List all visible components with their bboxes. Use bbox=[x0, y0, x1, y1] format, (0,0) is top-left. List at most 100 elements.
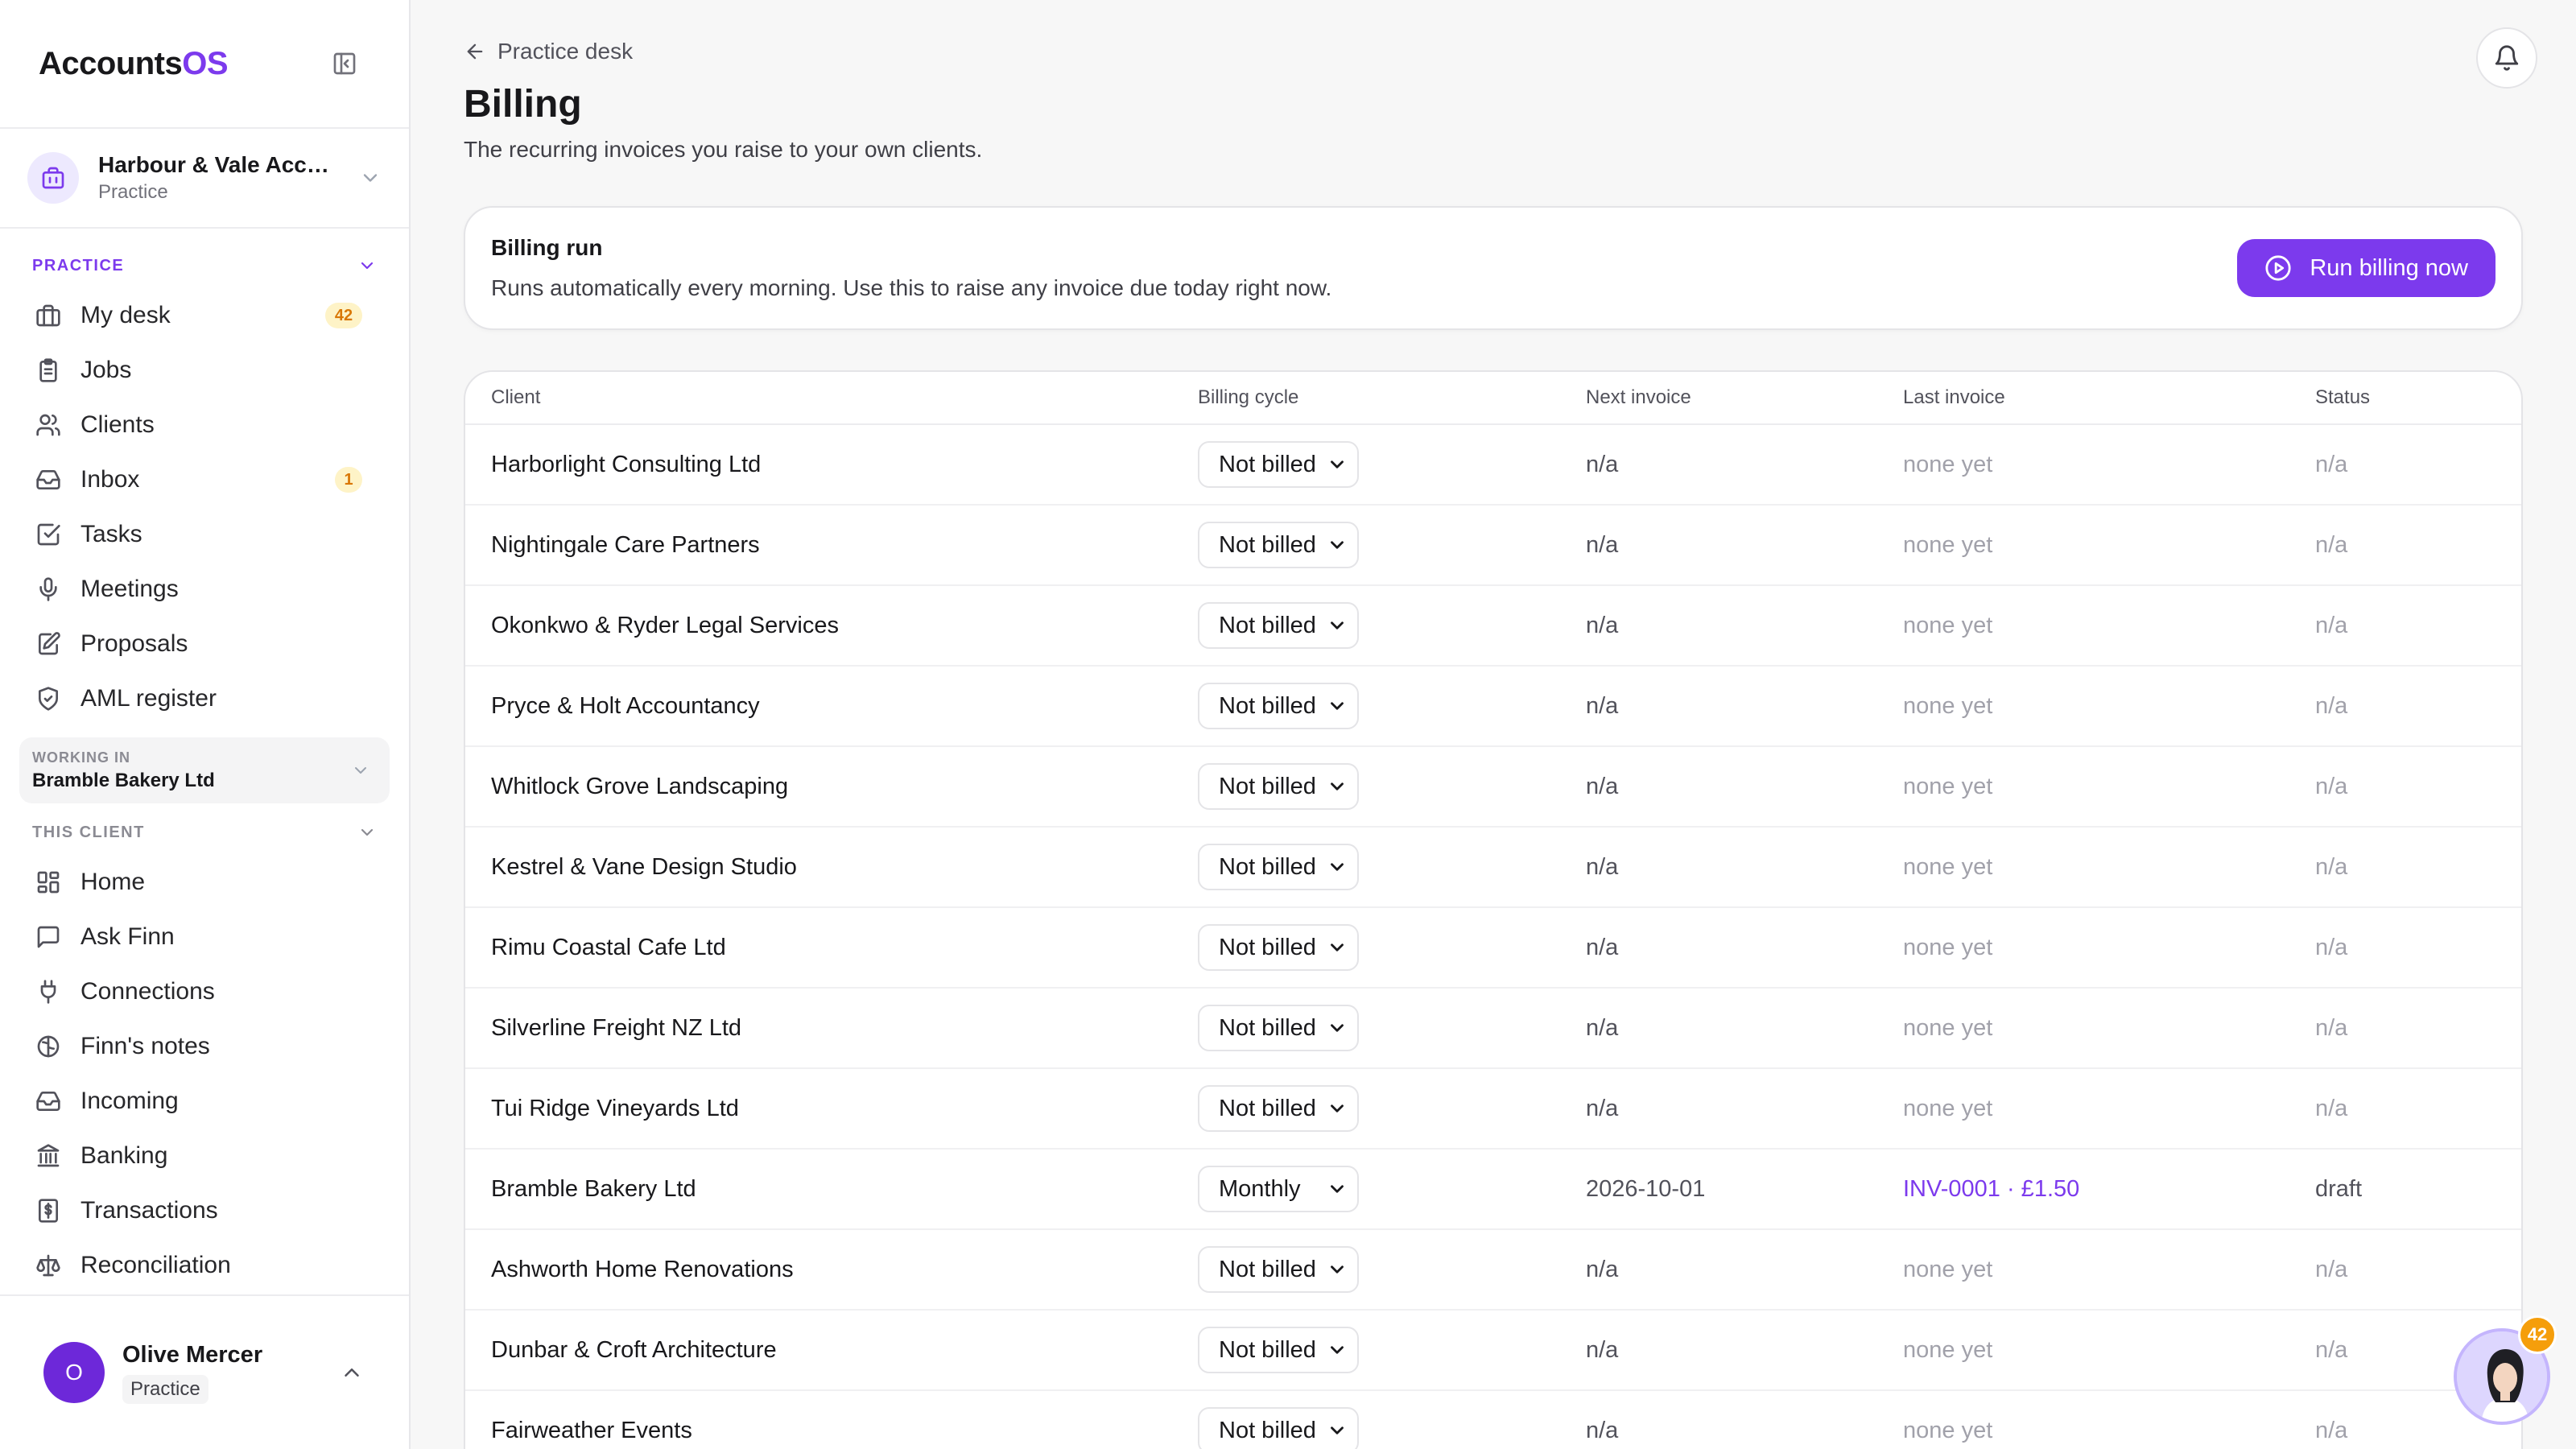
grid-icon bbox=[35, 869, 61, 895]
table-row: Nightingale Care Partners Not billed n/a no… bbox=[465, 506, 2521, 586]
billing-cycle-select[interactable]: Not billed bbox=[1198, 763, 1359, 810]
billing-cycle-select[interactable]: Not billed bbox=[1198, 683, 1359, 729]
count-badge: 42 bbox=[325, 303, 362, 328]
billing-cycle-select[interactable]: Monthly bbox=[1198, 1166, 1359, 1212]
nav-item-label: Home bbox=[80, 869, 146, 895]
chevron-down-icon bbox=[1331, 863, 1344, 871]
chevron-down-icon bbox=[361, 262, 374, 270]
next-invoice: n/a bbox=[1586, 612, 1619, 638]
status-value: n/a bbox=[2315, 531, 2348, 558]
chevron-down-icon bbox=[1331, 1426, 1344, 1435]
last-invoice[interactable]: INV-0001 · £1.50 bbox=[1903, 1176, 2315, 1203]
status-value: n/a bbox=[2315, 612, 2348, 638]
nav-item-tasks[interactable]: Tasks bbox=[0, 507, 409, 562]
org-switcher[interactable]: Harbour & Vale Accou... Practice bbox=[0, 129, 409, 229]
shield-icon bbox=[35, 686, 61, 712]
chevron-down-icon bbox=[1331, 1185, 1344, 1193]
nav-item-proposals[interactable]: Proposals bbox=[0, 617, 409, 671]
chevron-down-icon bbox=[359, 167, 382, 189]
checkbox-icon bbox=[35, 522, 61, 547]
status-value: n/a bbox=[2315, 934, 2348, 960]
last-invoice: none yet bbox=[1903, 1256, 1993, 1282]
billing-cycle-value: Not billed bbox=[1219, 692, 1316, 719]
sidebar-collapse-button[interactable] bbox=[327, 46, 362, 81]
page-subtitle: The recurring invoices you raise to your… bbox=[464, 137, 983, 162]
nav-item-reconciliation[interactable]: Reconciliation bbox=[0, 1238, 409, 1293]
nav-item-label: Ask Finn bbox=[80, 923, 175, 950]
last-invoice: none yet bbox=[1903, 1095, 1993, 1121]
column-header-next-invoice: Next invoice bbox=[1586, 386, 1691, 408]
nav-item-jobs[interactable]: Jobs bbox=[0, 343, 409, 398]
user-menu[interactable]: O Olive Mercer Practice bbox=[0, 1294, 409, 1449]
billing-cycle-value: Not billed bbox=[1219, 1417, 1316, 1443]
next-invoice: n/a bbox=[1586, 1417, 1619, 1443]
billing-cycle-select[interactable]: Not billed bbox=[1198, 1085, 1359, 1132]
billing-cycle-value: Not billed bbox=[1219, 1256, 1316, 1282]
practice-section-toggle[interactable]: PRACTICE bbox=[0, 243, 409, 288]
next-invoice: n/a bbox=[1586, 531, 1619, 558]
billing-cycle-value: Not billed bbox=[1219, 451, 1316, 477]
app-shell: AccountsOS Harbour & Vale Accou... Pract… bbox=[0, 0, 2576, 1449]
nav-item-transactions[interactable]: Transactions bbox=[0, 1183, 409, 1238]
client-name: Ashworth Home Renovations bbox=[491, 1256, 794, 1282]
billing-cycle-select[interactable]: Not billed bbox=[1198, 1407, 1359, 1449]
nav-item-label: Meetings bbox=[80, 576, 179, 602]
client-name: Pryce & Holt Accountancy bbox=[491, 692, 760, 719]
nav-item-label: AML register bbox=[80, 685, 217, 712]
client-name: Silverline Freight NZ Ltd bbox=[491, 1014, 742, 1041]
receipt-icon bbox=[35, 1198, 61, 1224]
inbox-icon bbox=[35, 467, 61, 493]
brand-name-main: Accounts bbox=[39, 45, 183, 81]
chevron-down-icon bbox=[1331, 541, 1344, 549]
status-value: n/a bbox=[2315, 1256, 2348, 1282]
nav-item-connections[interactable]: Connections bbox=[0, 964, 409, 1019]
next-invoice: n/a bbox=[1586, 1095, 1619, 1121]
client-name: Fairweather Events bbox=[491, 1417, 692, 1443]
table-row: Tui Ridge Vineyards Ltd Not billed n/a none… bbox=[465, 1069, 2521, 1150]
nav-item-ask-finn[interactable]: Ask Finn bbox=[0, 910, 409, 964]
chevron-down-icon bbox=[1331, 1104, 1344, 1113]
brand-name-accent: OS bbox=[182, 45, 229, 81]
billing-cycle-select[interactable]: Not billed bbox=[1198, 924, 1359, 971]
nav-item-label: Transactions bbox=[80, 1197, 218, 1224]
client-name: Bramble Bakery Ltd bbox=[491, 1175, 696, 1202]
billing-cycle-select[interactable]: Not billed bbox=[1198, 1005, 1359, 1051]
billing-cycle-select[interactable]: Not billed bbox=[1198, 844, 1359, 890]
building-icon bbox=[27, 152, 79, 204]
nav-item-incoming[interactable]: Incoming bbox=[0, 1074, 409, 1129]
nav-item-inbox[interactable]: Inbox 1 bbox=[0, 452, 409, 507]
next-invoice: n/a bbox=[1586, 1014, 1619, 1041]
table-row: Kestrel & Vane Design Studio Not billed n/… bbox=[465, 828, 2521, 908]
nav-item-finns-notes[interactable]: Finn's notes bbox=[0, 1019, 409, 1074]
client-section-toggle[interactable]: THIS CLIENT bbox=[0, 810, 409, 855]
working-in-client-picker[interactable]: WORKING IN Bramble Bakery Ltd bbox=[19, 737, 390, 803]
chevron-down-icon bbox=[1331, 460, 1344, 469]
nav-item-aml-register[interactable]: AML register bbox=[0, 671, 409, 726]
nav-item-clients[interactable]: Clients bbox=[0, 398, 409, 452]
brand-logo[interactable]: AccountsOS bbox=[39, 45, 229, 82]
chevron-down-icon bbox=[355, 767, 366, 774]
users-icon bbox=[35, 412, 61, 438]
last-invoice: none yet bbox=[1903, 451, 1993, 477]
billing-cycle-select[interactable]: Not billed bbox=[1198, 1246, 1359, 1293]
notifications-button[interactable] bbox=[2476, 27, 2537, 89]
billing-table: Client Billing cycle Next invoice Last i… bbox=[464, 370, 2523, 1449]
nav-item-my-desk[interactable]: My desk 42 bbox=[0, 288, 409, 343]
nav-item-meetings[interactable]: Meetings bbox=[0, 562, 409, 617]
status-value: n/a bbox=[2315, 692, 2348, 719]
nav-item-banking[interactable]: Banking bbox=[0, 1129, 409, 1183]
billing-cycle-select[interactable]: Not billed bbox=[1198, 441, 1359, 488]
nav-item-home[interactable]: Home bbox=[0, 855, 409, 910]
back-link-label: Practice desk bbox=[497, 39, 634, 64]
column-header-status: Status bbox=[2315, 386, 2371, 408]
billing-cycle-select[interactable]: Not billed bbox=[1198, 1327, 1359, 1373]
run-billing-now-button[interactable]: Run billing now bbox=[2237, 239, 2496, 297]
back-link[interactable]: Practice desk bbox=[464, 39, 633, 64]
billing-cycle-select[interactable]: Not billed bbox=[1198, 602, 1359, 649]
client-name: Rimu Coastal Cafe Ltd bbox=[491, 934, 726, 960]
nav-item-label: Finn's notes bbox=[80, 1033, 210, 1059]
billing-cycle-select[interactable]: Not billed bbox=[1198, 522, 1359, 568]
plug-icon bbox=[35, 979, 61, 1005]
user-role-badge: Practice bbox=[122, 1374, 208, 1404]
practice-section-heading: PRACTICE bbox=[32, 256, 125, 275]
